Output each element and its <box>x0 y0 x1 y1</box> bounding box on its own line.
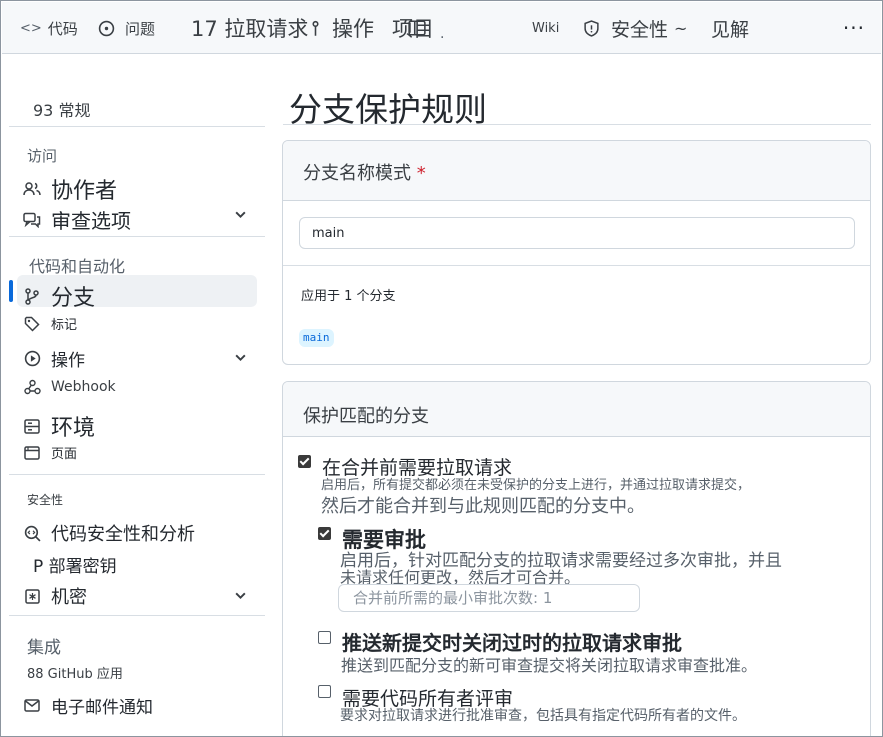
tab-wiki[interactable]: Wiki <box>532 2 559 54</box>
comment-discussion-icon <box>23 212 41 228</box>
title-divider <box>283 124 871 125</box>
sidebar-divider <box>9 615 265 616</box>
tab-security-label: 安全性 <box>611 18 669 41</box>
sidebar-item-actions[interactable]: 操作 <box>23 346 85 371</box>
git-branch-icon <box>23 287 41 305</box>
settings-window: <> 代码 问题 17 拉取请求 操作 项目 . Wiki 安全性 ~ 见解 ·… <box>0 0 883 737</box>
required-approvals-select[interactable]: 合并前所需的最小审批次数: 1 <box>338 584 640 612</box>
mail-icon <box>23 699 41 712</box>
require-pr-desc-2: 然后才能合并到与此规则匹配的分支中。 <box>321 496 645 517</box>
tab-issues[interactable]: 问题 <box>98 2 155 54</box>
sidebar-divider <box>9 474 265 475</box>
code-icon: <> <box>20 20 42 36</box>
project-icon <box>408 20 426 40</box>
required-mark: * <box>416 163 426 184</box>
sidebar-item-tags[interactable]: 标记 <box>23 314 77 333</box>
protect-branches-heading: 保护匹配的分支 <box>303 406 429 427</box>
dismiss-stale-checkbox[interactable] <box>318 631 331 644</box>
sidebar-active-indicator <box>9 280 13 302</box>
dismiss-stale-desc: 推送到匹配分支的新可审查提交将关闭拉取请求审查批准。 <box>341 656 758 675</box>
more-icon[interactable]: ··· <box>843 16 865 40</box>
sidebar-item-collaborators[interactable]: 协作者 <box>23 173 117 205</box>
code-owners-desc: 要求对拉取请求进行批准审查，包括具有指定代码所有者的文件。 <box>340 708 746 724</box>
sidebar-item-branches[interactable]: 分支 <box>23 280 95 312</box>
sidebar-item-label: 代码安全性和分析 <box>51 524 195 545</box>
require-pr-checkbox[interactable] <box>298 455 311 468</box>
sidebar-item-code-security[interactable]: 代码安全性和分析 <box>23 520 195 546</box>
project-dot: . <box>440 26 445 42</box>
require-approvals-checkbox[interactable] <box>318 527 331 540</box>
sidebar-item-label: 页面 <box>51 447 78 462</box>
pr-icon <box>311 20 329 42</box>
branch-pattern-label: 分支名称模式 * <box>303 159 426 185</box>
tag-icon <box>23 316 41 332</box>
branch-pattern-input[interactable] <box>299 217 855 249</box>
chevron-down-icon[interactable] <box>234 206 247 225</box>
play-icon <box>23 350 41 367</box>
sidebar-item-label: 环境 <box>51 416 96 441</box>
sidebar-item-pages[interactable]: 页面 <box>23 443 77 462</box>
branch-pill: main <box>299 329 334 347</box>
tab-code[interactable]: <> 代码 <box>20 2 78 54</box>
protect-branches-header: 保护匹配的分支 <box>283 382 870 437</box>
sidebar-heading-access: 访问 <box>27 147 58 165</box>
sidebar-item-label: 机密 <box>51 587 87 608</box>
sidebar-item-general[interactable]: 93 常规 <box>33 97 90 121</box>
tab-insights-label: 见解 <box>711 18 750 41</box>
sidebar-item-deploy-keys[interactable]: P 部署密钥 <box>33 552 117 577</box>
branch-pattern-header: 分支名称模式 * <box>283 141 870 201</box>
sidebar-heading-integrations: 集成 <box>27 638 61 658</box>
asterisk-icon <box>23 588 41 604</box>
people-icon <box>23 181 41 197</box>
sidebar-item-github-apps[interactable]: 88 GitHub 应用 <box>27 663 123 682</box>
server-icon <box>23 418 41 434</box>
branch-pattern-box: 分支名称模式 * 应用于 1 个分支 main <box>282 140 871 365</box>
tab-pull-requests[interactable]: 17 拉取请求 <box>191 2 308 54</box>
chevron-down-icon[interactable] <box>234 587 247 606</box>
code-owners-checkbox[interactable] <box>318 685 331 698</box>
sidebar-item-secrets[interactable]: 机密 <box>23 583 87 609</box>
issue-icon <box>98 20 115 37</box>
codescan-icon <box>23 525 41 542</box>
tab-security[interactable]: 安全性 ~ <box>584 2 687 54</box>
sidebar-item-label: 操作 <box>51 351 85 371</box>
sidebar-item-label: 审查选项 <box>51 209 131 233</box>
sidebar-item-label: Webhook <box>51 379 116 395</box>
shield-icon <box>584 19 599 37</box>
sidebar-item-email[interactable]: 电子邮件通知 <box>23 693 153 718</box>
tab-actions-label: 操作 <box>332 17 374 41</box>
sidebar-item-moderation[interactable]: 审查选项 <box>23 205 131 234</box>
sidebar-item-label: 标记 <box>51 318 78 333</box>
applies-to-text: 应用于 1 个分支 <box>301 289 396 304</box>
box-divider <box>283 265 870 266</box>
sidebar-item-label: 电子邮件通知 <box>51 698 153 718</box>
sidebar-heading-code-automation: 代码和自动化 <box>29 257 126 276</box>
tab-wiki-label: Wiki <box>532 20 560 36</box>
branch-pattern-label-text: 分支名称模式 <box>303 163 411 184</box>
tab-code-label: 代码 <box>47 19 78 38</box>
require-pr-desc: 启用后，所有提交都必须在未受保护的分支上进行，并通过拉取请求提交， <box>321 478 751 493</box>
tab-pull-requests-label: 17 拉取请求 <box>191 17 309 41</box>
webhook-icon <box>23 379 41 395</box>
chevron-down-icon[interactable] <box>234 349 247 368</box>
browser-icon <box>23 445 41 460</box>
tab-actions[interactable]: 操作 <box>332 2 374 54</box>
sidebar-divider <box>9 236 265 237</box>
tab-insights[interactable]: 见解 <box>711 2 749 54</box>
sidebar-item-label: 分支 <box>51 286 96 311</box>
tab-issues-label: 问题 <box>125 19 156 38</box>
sidebar-item-webhooks[interactable]: Webhook <box>23 379 116 395</box>
sidebar-heading-security: 安全性 <box>27 493 64 507</box>
repo-nav: <> 代码 问题 17 拉取请求 操作 项目 . Wiki 安全性 ~ 见解 ·… <box>2 2 881 54</box>
sidebar-divider <box>9 126 265 127</box>
sidebar-item-environments[interactable]: 环境 <box>23 410 95 442</box>
security-dropdown-icon: ~ <box>674 18 688 38</box>
sidebar-item-label: 协作者 <box>51 179 118 204</box>
